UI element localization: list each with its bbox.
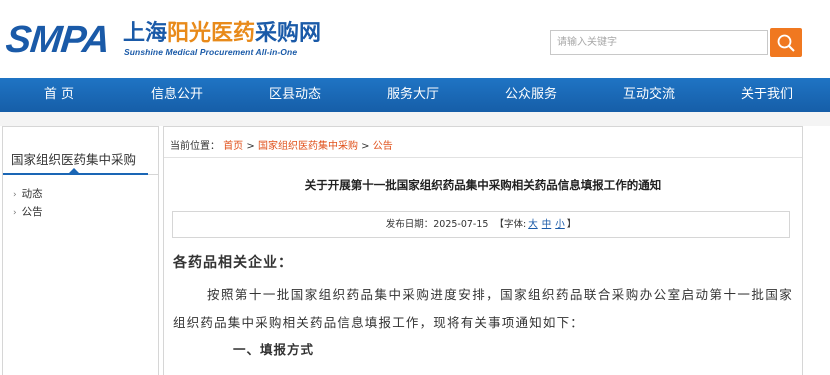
main-nav: 首 页 信息公开 区县动态 服务大厅 公众服务 互动交流 关于我们 (0, 78, 830, 112)
breadcrumb: 当前位置： 首页 > 国家组织医药集中采购 > 公告 (170, 137, 393, 152)
search-input[interactable] (551, 31, 767, 54)
nav-item-about-us[interactable]: 关于我们 (708, 78, 826, 112)
breadcrumb-divider (164, 157, 802, 158)
article-title: 关于开展第十一批国家组织药品集中采购相关药品信息填报工作的通知 (304, 178, 662, 192)
breadcrumb-separator: > (246, 141, 255, 152)
font-size-bracket: 】 (566, 219, 577, 230)
sidebar-item-label: 动态 (21, 188, 43, 200)
sidebar-item-announcements[interactable]: › 公告 (3, 203, 158, 221)
sidebar-title: 国家组织医药集中采购 (3, 127, 158, 175)
article-salutation: 各药品相关企业： (173, 255, 293, 271)
bullet-icon: › (13, 190, 17, 200)
nav-item-interaction[interactable]: 互动交流 (590, 78, 708, 112)
site-header: SMPA 上海阳光医药采购网 Sunshine Medical Procurem… (0, 0, 830, 78)
logo-cn-part1: 上海 (123, 20, 168, 46)
nav-item-public-service[interactable]: 公众服务 (472, 78, 590, 112)
main-content: 当前位置： 首页 > 国家组织医药集中采购 > 公告 关于开展第十一批国家组织药… (163, 126, 803, 375)
nav-item-info-disclosure[interactable]: 信息公开 (118, 78, 236, 112)
search-box (550, 30, 768, 55)
logo-english-name: Sunshine Medical Procurement All-in-One (124, 47, 298, 57)
sidebar-item-news[interactable]: › 动态 (3, 185, 158, 203)
logo-chinese-name: 上海阳光医药采购网 (123, 20, 321, 46)
breadcrumb-link-home[interactable]: 首页 (223, 141, 243, 152)
date-label: 发布日期： (385, 219, 434, 230)
search-icon (777, 34, 795, 52)
breadcrumb-link-announcements[interactable]: 公告 (373, 141, 393, 152)
sidebar-title-underline (3, 173, 148, 175)
article-body: 各药品相关企业： 按照第十一批国家组织药品集中采购进度安排，国家组织药品联合采购… (173, 251, 793, 362)
font-size-large-link[interactable]: 大 (528, 219, 538, 230)
sidebar-title-notch (69, 168, 79, 173)
sidebar: 国家组织医药集中采购 › 动态 › 公告 (2, 126, 159, 375)
search-button[interactable] (770, 28, 802, 57)
sidebar-title-text: 国家组织医药集中采购 (11, 152, 137, 167)
font-size-medium-link[interactable]: 中 (542, 219, 552, 230)
sidebar-list: › 动态 › 公告 (3, 175, 158, 221)
article-subheading: 一、填报方式 (233, 342, 315, 357)
logo-cn-part3: 采购网 (255, 20, 322, 46)
breadcrumb-separator: > (361, 141, 370, 152)
sidebar-item-label: 公告 (21, 206, 43, 218)
article-meta: 发布日期：2025-07-15 【字体: 大中小】 (172, 211, 790, 238)
nav-item-service-hall[interactable]: 服务大厅 (354, 78, 472, 112)
bullet-icon: › (13, 208, 17, 218)
font-size-label: 【字体: (494, 219, 527, 230)
content-gap (0, 112, 830, 126)
logo-cn-part2: 阳光医药 (167, 20, 256, 46)
font-size-small-link[interactable]: 小 (555, 219, 565, 230)
nav-item-home[interactable]: 首 页 (0, 78, 118, 112)
breadcrumb-link-category[interactable]: 国家组织医药集中采购 (258, 141, 358, 152)
article-paragraph: 按照第十一批国家组织药品集中采购进度安排，国家组织药品联合采购办公室启动第十一批… (173, 287, 793, 330)
nav-item-district-news[interactable]: 区县动态 (236, 78, 354, 112)
publish-date: 2025-07-15 (433, 219, 489, 230)
breadcrumb-prefix: 当前位置： (170, 141, 220, 152)
logo-smpa: SMPA (3, 19, 112, 61)
